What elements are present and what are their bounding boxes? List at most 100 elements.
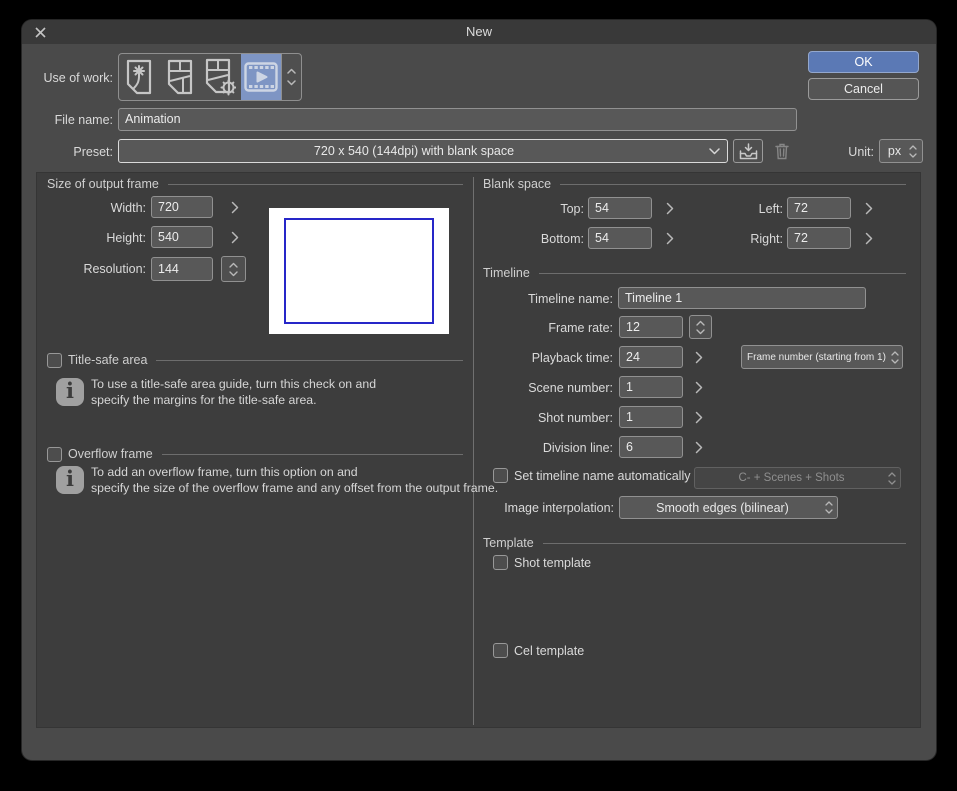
- work-type-comic-all-settings-button[interactable]: [200, 54, 241, 100]
- title-safe-info: To use a title-safe area guide, turn thi…: [91, 376, 376, 408]
- width-label: Width:: [110, 201, 146, 215]
- timeline-section-header: Timeline: [483, 266, 906, 280]
- frame-rate-input[interactable]: 12: [619, 316, 683, 338]
- blank-left-input[interactable]: 72: [787, 197, 851, 219]
- section-divider-line: [542, 542, 906, 544]
- delete-preset-button[interactable]: [770, 141, 794, 161]
- title-safe-info-line2: specify the margins for the title-safe a…: [91, 393, 317, 407]
- resolution-input[interactable]: 144: [151, 257, 213, 281]
- section-divider-line: [538, 272, 906, 274]
- title-safe-label: Title-safe area: [68, 353, 148, 367]
- timeline-name-input[interactable]: Timeline 1: [618, 287, 866, 309]
- auto-name-pattern-value: C- + Scenes + Shots: [738, 472, 845, 484]
- width-input[interactable]: 720: [151, 196, 213, 218]
- chevron-up-icon: [287, 68, 296, 74]
- overflow-frame-checkbox[interactable]: [47, 447, 62, 462]
- division-line-label: Division line:: [542, 441, 613, 455]
- blank-left-slider-button[interactable]: [861, 200, 877, 216]
- scene-number-input[interactable]: 1: [619, 376, 683, 398]
- template-section-title: Template: [483, 536, 534, 550]
- file-name-input[interactable]: Animation: [118, 108, 797, 131]
- chevron-right-icon: [865, 232, 873, 244]
- frame-rate-stepper[interactable]: [689, 315, 712, 339]
- unit-dropdown[interactable]: px: [879, 139, 923, 163]
- chevron-up-icon: [825, 501, 833, 506]
- division-line-slider-button[interactable]: [691, 439, 707, 455]
- work-type-comic-button[interactable]: [160, 54, 201, 100]
- auto-name-pattern-dropdown[interactable]: C- + Scenes + Shots: [694, 467, 901, 489]
- screen: { "window": { "title": "New" }, "colors"…: [0, 0, 957, 791]
- preset-label: Preset:: [73, 145, 113, 159]
- info-icon: i: [56, 466, 84, 494]
- chevron-down-icon: [891, 358, 899, 364]
- overflow-frame-label: Overflow frame: [68, 447, 153, 461]
- chevron-right-icon: [695, 381, 703, 393]
- chevron-right-icon: [695, 441, 703, 453]
- scene-number-slider-button[interactable]: [691, 379, 707, 395]
- chevron-down-icon: [229, 270, 238, 276]
- chevron-down-icon: [709, 147, 720, 154]
- blank-right-input[interactable]: 72: [787, 227, 851, 249]
- preset-value: 720 x 540 (144dpi) with blank space: [313, 144, 515, 158]
- blank-left-label: Left:: [758, 202, 783, 216]
- cel-template-checkbox[interactable]: [493, 643, 508, 658]
- template-section-header: Template: [483, 536, 906, 550]
- blank-top-input[interactable]: 54: [588, 197, 652, 219]
- resolution-label: Resolution:: [83, 262, 146, 276]
- chevron-up-icon: [229, 262, 238, 268]
- chevron-down-icon: [287, 80, 296, 86]
- playback-time-input[interactable]: 24: [619, 346, 683, 368]
- shot-number-input[interactable]: 1: [619, 406, 683, 428]
- chevron-down-icon: [888, 479, 896, 485]
- chevron-right-icon: [666, 232, 674, 244]
- blank-bottom-input[interactable]: 54: [588, 227, 652, 249]
- image-interpolation-value: Smooth edges (bilinear): [656, 500, 789, 515]
- illustration-icon: [127, 59, 152, 95]
- title-safe-checkbox[interactable]: [47, 353, 62, 368]
- overflow-info-line2: specify the size of the overflow frame a…: [91, 481, 499, 495]
- cancel-button[interactable]: Cancel: [808, 78, 919, 100]
- shot-template-checkbox[interactable]: [493, 555, 508, 570]
- ok-button[interactable]: OK: [808, 51, 919, 73]
- blank-bottom-slider-button[interactable]: [662, 230, 678, 246]
- scene-number-label: Scene number:: [528, 381, 613, 395]
- height-slider-button[interactable]: [227, 229, 243, 245]
- blank-right-slider-button[interactable]: [861, 230, 877, 246]
- panel-divider: [473, 177, 474, 725]
- work-type-illustration-button[interactable]: [119, 54, 160, 100]
- playback-unit-dropdown[interactable]: Frame number (starting from 1): [741, 345, 903, 369]
- chevron-right-icon: [666, 202, 674, 214]
- width-slider-button[interactable]: [227, 199, 243, 215]
- cel-template-label: Cel template: [514, 644, 585, 658]
- chevron-up-icon: [888, 471, 896, 477]
- playback-time-label: Playback time:: [531, 351, 613, 365]
- preset-dropdown[interactable]: 720 x 540 (144dpi) with blank space: [118, 139, 728, 163]
- playback-unit-value: Frame number (starting from 1): [747, 351, 886, 363]
- overflow-frame-header: Overflow frame: [68, 447, 463, 461]
- section-divider-line: [156, 359, 463, 361]
- chevron-right-icon: [865, 202, 873, 214]
- height-label: Height:: [106, 231, 146, 245]
- work-type-animation-button[interactable]: [240, 54, 282, 100]
- chevron-up-icon: [891, 350, 899, 356]
- unit-label: Unit:: [848, 145, 874, 159]
- chevron-down-icon: [696, 328, 705, 334]
- title-safe-info-line1: To use a title-safe area guide, turn thi…: [91, 377, 377, 391]
- new-dialog-window: New Use of work: OK Cancel File name: An…: [22, 20, 936, 760]
- auto-timeline-name-checkbox[interactable]: [493, 468, 508, 483]
- register-preset-button[interactable]: [733, 139, 763, 163]
- comic-settings-icon: [206, 58, 237, 96]
- shot-number-slider-button[interactable]: [691, 409, 707, 425]
- title-safe-header: Title-safe area: [68, 353, 463, 367]
- playback-time-slider-button[interactable]: [691, 349, 707, 365]
- section-divider-line: [560, 183, 906, 185]
- work-type-scroll[interactable]: [281, 54, 301, 100]
- blank-top-slider-button[interactable]: [662, 200, 678, 216]
- resolution-stepper[interactable]: [221, 256, 246, 282]
- chevron-down-icon: [825, 509, 833, 514]
- division-line-input[interactable]: 6: [619, 436, 683, 458]
- overflow-frame-info: To add an overflow frame, turn this opti…: [91, 464, 498, 496]
- output-frame-section-title: Size of output frame: [47, 177, 159, 191]
- image-interpolation-dropdown[interactable]: Smooth edges (bilinear): [619, 496, 838, 519]
- height-input[interactable]: 540: [151, 226, 213, 248]
